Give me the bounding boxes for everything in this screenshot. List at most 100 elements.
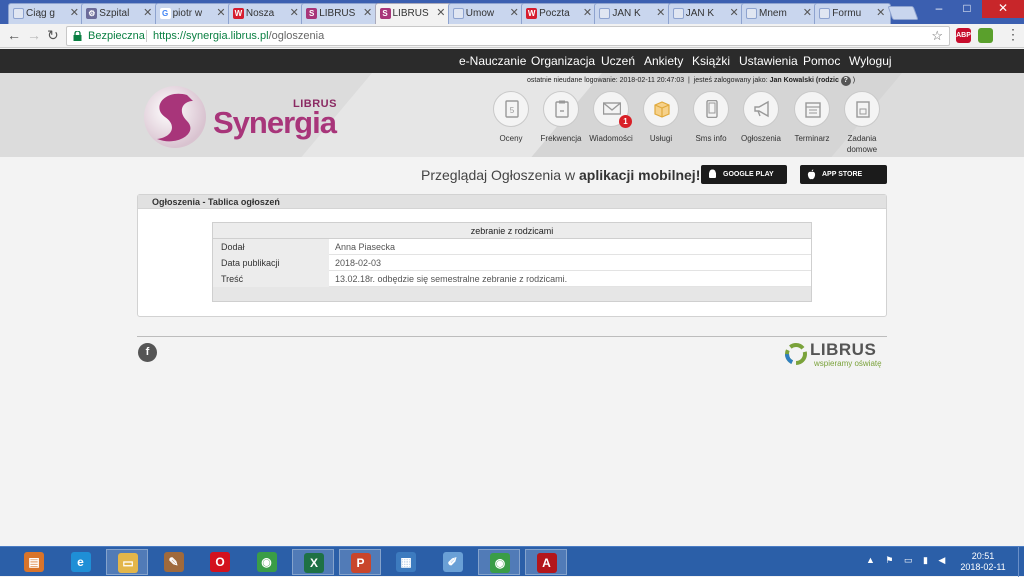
module-megaphone[interactable]: Ogłoszenia: [735, 91, 787, 144]
reload-icon[interactable]: ↻: [47, 27, 59, 44]
document-icon: [452, 8, 464, 19]
announcement-card: zebranie z rodzicami Dodał Anna Piasecka D…: [212, 222, 812, 302]
browser-tab[interactable]: S LIBRUS ✕: [374, 3, 452, 25]
last-login-text: ostatnie nieudane logowanie: 2018-02-11 …: [527, 77, 685, 84]
tab-close-icon[interactable]: ✕: [656, 4, 665, 23]
minimize-button[interactable]: –: [925, 0, 953, 18]
module-envelope[interactable]: 1 Wiadomości: [585, 91, 637, 144]
browser-tab[interactable]: Ciąg g ✕: [8, 3, 85, 24]
browser-tab[interactable]: S LIBRUS ✕: [301, 3, 379, 24]
taskbar-app-editor[interactable]: ✎: [153, 549, 195, 575]
phone-icon: [706, 100, 718, 118]
tab-close-icon[interactable]: ✕: [363, 4, 372, 23]
browser-tab[interactable]: W Nosza ✕: [227, 3, 305, 24]
announcement-row-label: Data publikacji: [213, 255, 329, 271]
librus-icon: S: [306, 8, 318, 19]
show-desktop-button[interactable]: [1018, 547, 1024, 577]
module-grades[interactable]: 5 Oceny: [485, 91, 537, 144]
nav-item[interactable]: e-Nauczanie: [459, 54, 526, 68]
facebook-icon[interactable]: f: [138, 343, 157, 362]
nav-item[interactable]: Wyloguj: [849, 54, 892, 68]
app-store-label: APP STORE: [822, 171, 863, 178]
clock[interactable]: 20:51 2018-02-11: [958, 551, 1008, 573]
nav-item[interactable]: Pomoc: [803, 54, 840, 68]
taskbar-app-opera[interactable]: O: [199, 549, 241, 575]
module-homework[interactable]: Zadania domowe: [836, 91, 888, 155]
bookmark-star-icon[interactable]: ☆: [931, 27, 943, 45]
announcements-panel: Ogłoszenia - Tablica ogłoszeń zebranie z…: [137, 194, 887, 317]
tab-close-icon[interactable]: ✕: [510, 4, 519, 23]
taskbar-app-chrome[interactable]: ◉: [246, 549, 288, 575]
tab-close-icon[interactable]: ✕: [876, 4, 885, 23]
google-play-button[interactable]: GOOGLE PLAY: [701, 165, 787, 184]
browser-tab[interactable]: Mnem ✕: [741, 3, 818, 24]
footer-brand: LIBRUS: [810, 340, 877, 359]
module-circle: [643, 91, 679, 127]
app-store-button[interactable]: APP STORE: [800, 165, 887, 184]
tab-close-icon[interactable]: ✕: [803, 4, 812, 23]
tab-close-icon[interactable]: ✕: [216, 4, 225, 23]
announcement-row: Data publikacji 2018-02-03: [213, 255, 811, 271]
gear-icon: ⚙: [86, 8, 98, 19]
wp-icon: W: [232, 8, 244, 19]
module-calendar[interactable]: Terminarz: [786, 91, 838, 144]
tab-close-icon[interactable]: ✕: [729, 4, 738, 23]
excel-icon: X: [304, 553, 324, 573]
announcement-footer: [213, 287, 811, 301]
browser-tab[interactable]: W Poczta ✕: [521, 3, 599, 24]
tab-close-icon[interactable]: ✕: [436, 4, 445, 23]
taskbar-app-files[interactable]: ▤: [13, 549, 55, 575]
address-bar[interactable]: Bezpieczna https://synergia.librus.pl/og…: [66, 26, 950, 46]
page-header: ostatnie nieudane logowanie: 2018-02-11 …: [0, 73, 1024, 157]
taskbar-app-chrome-active[interactable]: ◉: [478, 549, 520, 575]
help-icon[interactable]: ?: [840, 76, 851, 86]
google-play-label: GOOGLE PLAY: [723, 171, 774, 178]
back-arrow-icon[interactable]: ←: [7, 27, 21, 43]
taskbar-app-remote[interactable]: ▦: [385, 549, 427, 575]
browser-tab[interactable]: Formu ✕: [814, 3, 892, 24]
module-attendance[interactable]: Frekwencja: [535, 91, 587, 144]
adblock-icon[interactable]: ABP: [956, 28, 971, 43]
taskbar-app-paint[interactable]: ✐: [432, 549, 474, 575]
nav-item[interactable]: Organizacja: [531, 54, 595, 68]
menu-icon[interactable]: ⋮: [1006, 26, 1020, 43]
window-close-button[interactable]: ✕: [982, 0, 1024, 18]
librus-footer-logo[interactable]: LIBRUS wspieramy oświatę: [784, 340, 888, 368]
system-tray[interactable]: ▲ ⚑ ▭ ▮ ◀: [866, 555, 949, 566]
module-circle: [794, 91, 830, 127]
taskbar-app-excel[interactable]: X: [292, 549, 334, 575]
synergia-logo[interactable]: LIBRUS Synergia: [143, 85, 343, 151]
browser-tab[interactable]: Umow ✕: [447, 3, 525, 24]
forward-arrow-icon[interactable]: →: [27, 27, 41, 43]
login-info: ostatnie nieudane logowanie: 2018-02-11 …: [527, 76, 855, 86]
nav-item[interactable]: Ustawienia: [739, 54, 798, 68]
envelope-icon: [603, 102, 621, 115]
module-box[interactable]: Usługi: [635, 91, 687, 144]
extension-icon[interactable]: [978, 28, 993, 43]
url-text: https://synergia.librus.pl/ogloszenia: [153, 27, 324, 45]
tab-close-icon[interactable]: ✕: [290, 4, 299, 23]
module-phone[interactable]: Sms info: [685, 91, 737, 144]
tab-close-icon[interactable]: ✕: [583, 4, 592, 23]
browser-tab[interactable]: Gpiotr w ✕: [154, 3, 232, 24]
main-nav: e-Nauczanie Organizacja Uczeń Ankiety Książk…: [0, 49, 1024, 73]
taskbar-app-powerpoint[interactable]: P: [338, 549, 381, 575]
tab-close-icon[interactable]: ✕: [143, 4, 152, 23]
promo-text: Przeglądaj Ogłoszenia w: [421, 167, 576, 183]
tab-label: piotr w: [172, 8, 203, 19]
separator: |: [688, 77, 690, 84]
browser-tab[interactable]: JAN K ✕: [667, 3, 745, 24]
taskbar-app-explorer[interactable]: ▭: [106, 549, 148, 575]
tab-close-icon[interactable]: ✕: [70, 4, 79, 23]
nav-item[interactable]: Uczeń: [601, 54, 635, 68]
nav-item[interactable]: Ankiety: [644, 54, 683, 68]
browser-tab[interactable]: JAN K ✕: [594, 3, 672, 24]
document-icon: [672, 8, 684, 19]
taskbar-app-ie[interactable]: e: [60, 549, 102, 575]
taskbar-app-acrobat[interactable]: A: [524, 549, 567, 575]
nav-item[interactable]: Książki: [692, 54, 730, 68]
module-label: Sms info: [695, 134, 727, 143]
maximize-button[interactable]: □: [953, 0, 981, 18]
new-tab-button[interactable]: [887, 6, 919, 20]
browser-tab[interactable]: ⚙ Szpital ✕: [81, 3, 159, 24]
